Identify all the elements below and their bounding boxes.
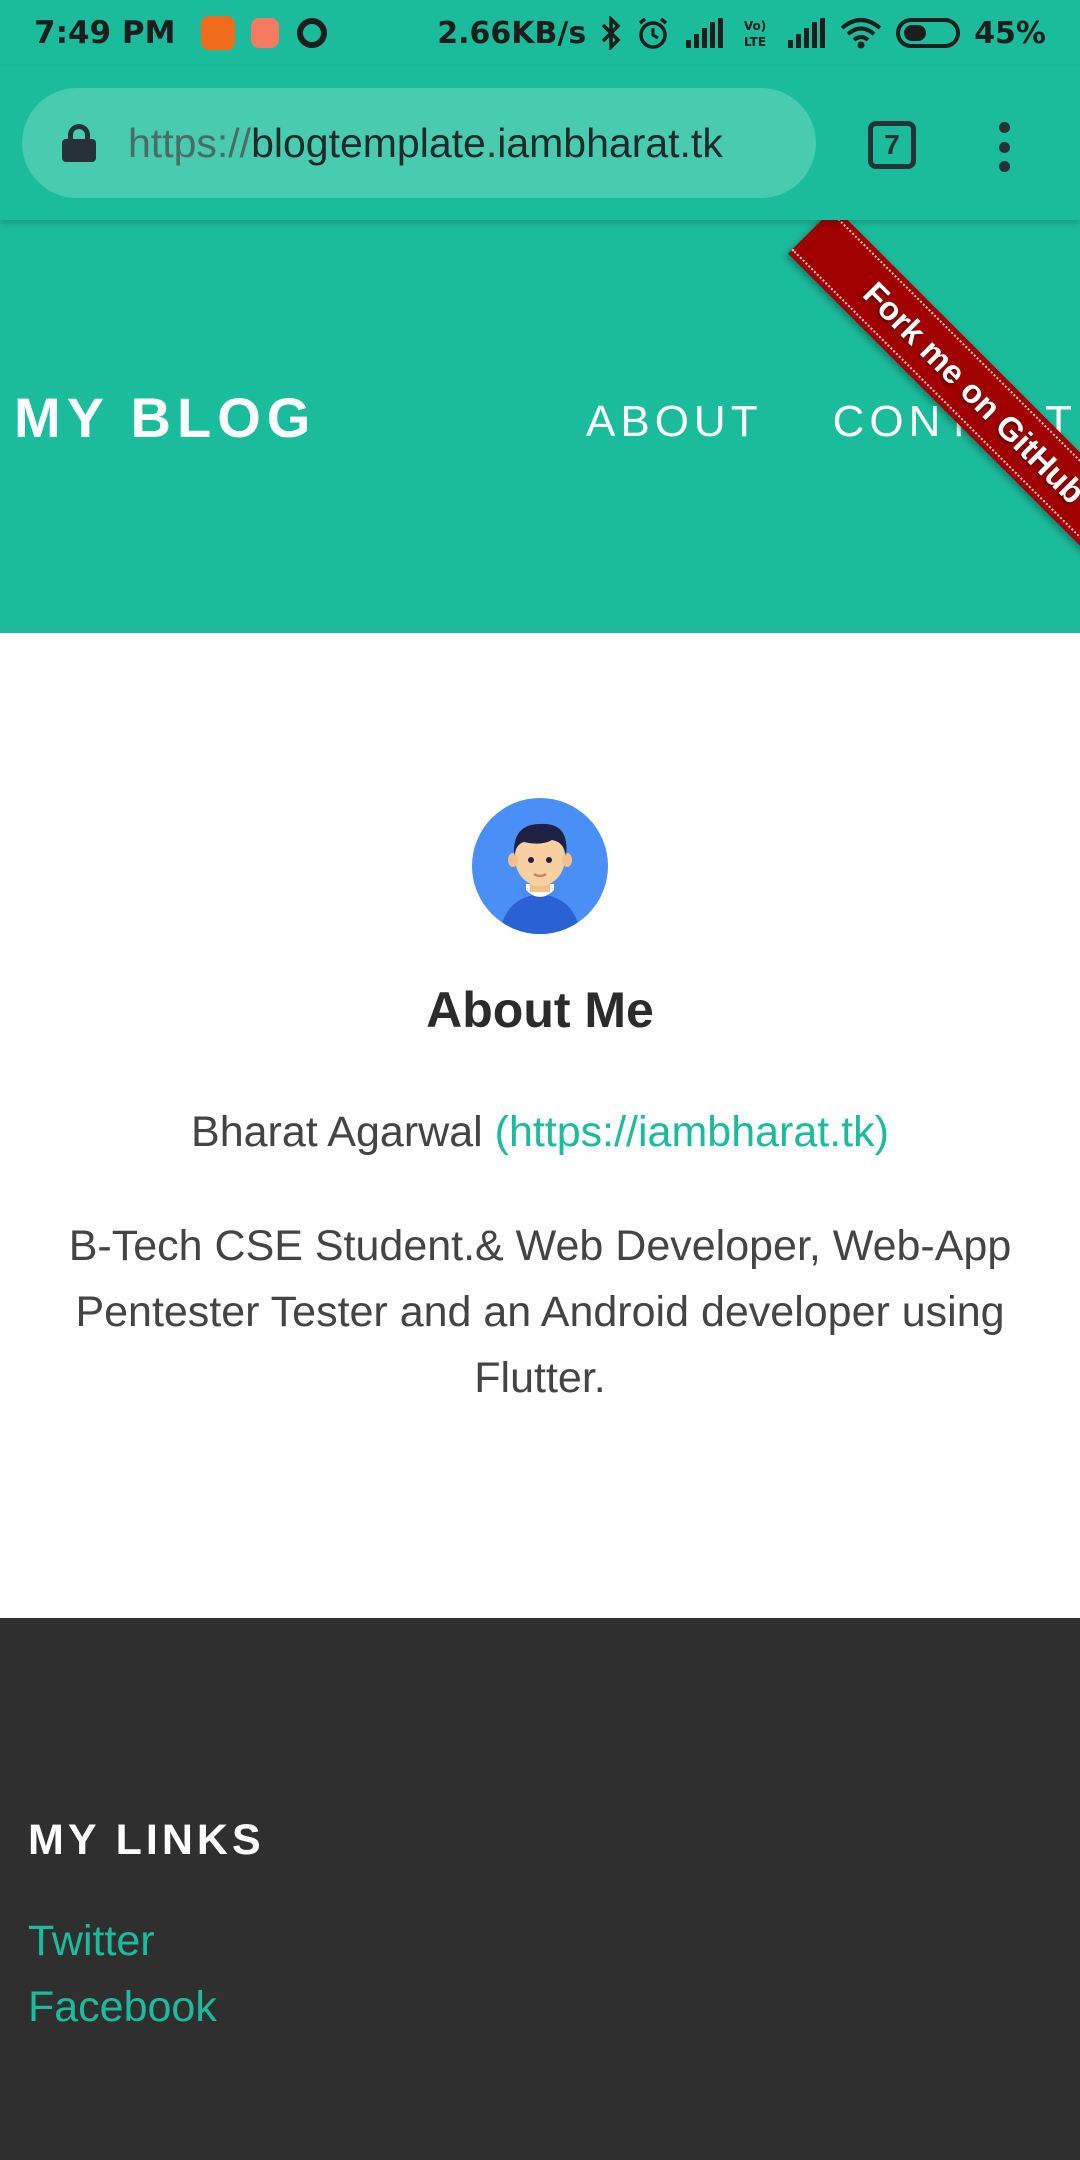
chrome-icon <box>297 18 328 48</box>
wifi-icon <box>840 17 882 49</box>
about-section: About Me Bharat Agarwal (https://iambhar… <box>0 633 1080 1618</box>
ribbon-label: Fork me on GitHub <box>856 274 1080 511</box>
footer-heading: MY LINKS <box>28 1816 265 1864</box>
site-brand[interactable]: MY BLOG <box>14 390 316 446</box>
facebook-link[interactable]: Facebook <box>28 1974 217 2040</box>
svg-text:LTE: LTE <box>744 35 766 49</box>
bluetooth-icon <box>600 16 622 50</box>
battery-icon <box>896 18 961 48</box>
lock-icon[interactable] <box>62 124 96 162</box>
alarm-icon <box>636 16 670 50</box>
about-title: About Me <box>426 982 654 1038</box>
signal-icon <box>684 18 724 48</box>
status-bar: 7:49 PM 2.66KB/s Vo) LTE 45% <box>0 0 1080 66</box>
url-text[interactable]: https://blogtemplate.iambharat.tk <box>128 120 723 167</box>
web-page: MY BLOG ABOUT CONTACT Fork me on GitHub <box>0 220 1080 2160</box>
footer-links: Twitter Facebook <box>28 1908 217 2040</box>
battery-percent: 45% <box>974 15 1046 51</box>
volte-icon: Vo) LTE <box>738 16 772 50</box>
app-orange-icon <box>201 16 236 50</box>
avatar <box>472 798 608 934</box>
app-red-icon <box>251 18 280 48</box>
status-time: 7:49 PM <box>34 15 176 51</box>
signal-icon <box>786 18 826 48</box>
tab-switcher-button[interactable]: 7 <box>868 121 916 169</box>
net-speed: 2.66KB/s <box>437 15 587 51</box>
twitter-link[interactable]: Twitter <box>28 1908 217 1974</box>
svg-text:Vo): Vo) <box>744 19 766 33</box>
nav-item-about[interactable]: ABOUT <box>586 400 763 444</box>
browser-toolbar: https://blogtemplate.iambharat.tk 7 <box>0 66 1080 220</box>
author-website-link[interactable]: (https://iambharat.tk) <box>495 1108 889 1156</box>
site-footer: MY LINKS Twitter Facebook <box>0 1618 1080 2160</box>
url-scheme: https:// <box>128 119 252 166</box>
author-line: Bharat Agarwal (https://iambharat.tk) <box>0 1108 1080 1157</box>
more-options-icon[interactable] <box>994 122 1014 172</box>
author-name: Bharat Agarwal <box>191 1108 483 1156</box>
url-host: blogtemplate.iambharat.tk <box>251 119 723 166</box>
author-bio: B-Tech CSE Student.& Web Developer, Web-… <box>68 1222 1012 1402</box>
site-header: MY BLOG ABOUT CONTACT Fork me on GitHub <box>0 220 1080 633</box>
address-bar[interactable]: https://blogtemplate.iambharat.tk <box>22 88 816 198</box>
